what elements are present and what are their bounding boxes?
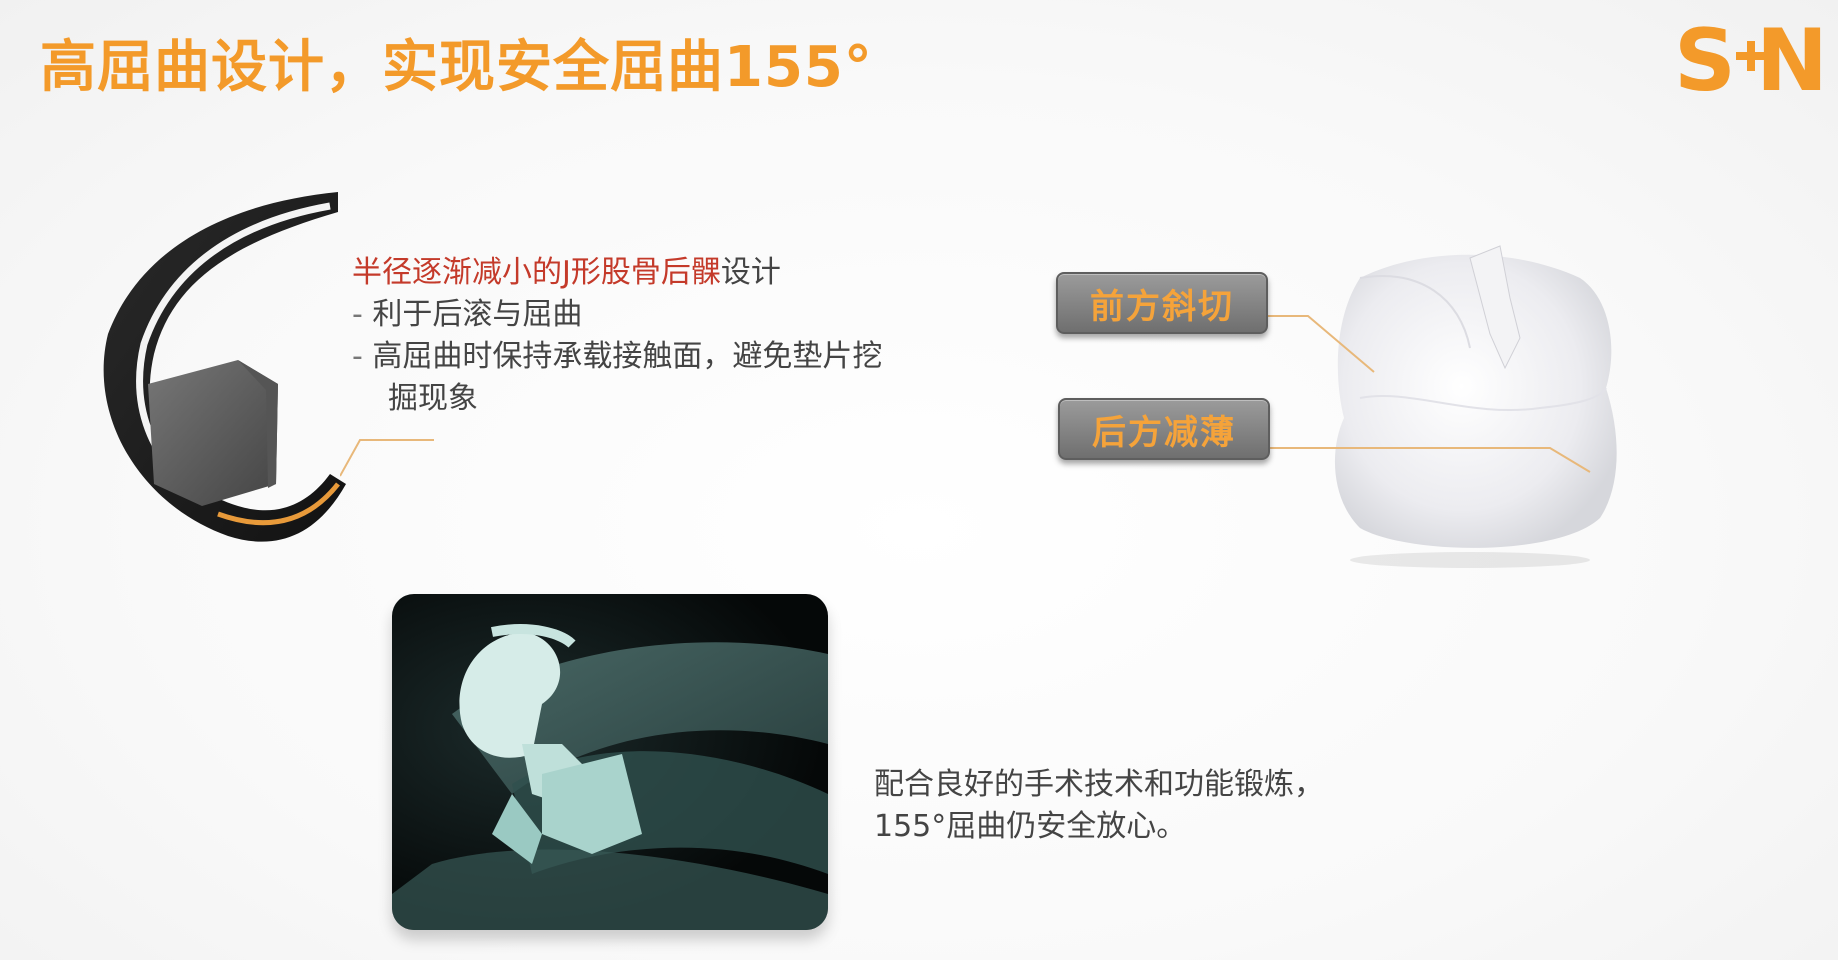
slide: 高屈曲设计，实现安全屈曲155° S N 半径逐渐减小的J形股骨后髁设计 - 利…: [0, 0, 1838, 960]
callout-line: [340, 439, 434, 477]
bullet-sub-2-text: 高屈曲时保持承载接触面，避免垫片挖: [362, 339, 883, 374]
xray-caption: 配合良好的手术技术和功能锻炼， 155°屈曲仍安全放心。: [874, 764, 1324, 848]
tag-anterior-chamfer: 前方斜切: [1056, 272, 1268, 334]
knee-xray-image: [392, 594, 828, 930]
svg-text:S: S: [1674, 14, 1736, 104]
femoral-component-image: [103, 192, 346, 542]
caption-line-2: 155°屈曲仍安全放心。: [874, 809, 1187, 844]
smith-nephew-logo: S N: [1674, 14, 1824, 104]
dash: -: [352, 339, 363, 374]
bullet-sub-2: - 高屈曲时保持承载接触面，避免垫片挖: [352, 336, 882, 378]
bullet-sub-2-cont: 掘现象: [388, 381, 478, 416]
bullet-sub-1-text: 利于后滚与屈曲: [362, 297, 583, 332]
bullet-sub-1: - 利于后滚与屈曲: [352, 294, 882, 336]
bullet-main-suffix: 设计: [720, 255, 781, 290]
bullet-main: 半径逐渐减小的J形股骨后髁设计: [352, 252, 882, 294]
dash: -: [352, 297, 363, 332]
tag-posterior-thin: 后方减薄: [1058, 398, 1270, 460]
svg-text:N: N: [1756, 14, 1824, 104]
caption-line-1: 配合良好的手术技术和功能锻炼，: [874, 767, 1324, 802]
femur-description: 半径逐渐减小的J形股骨后髁设计 - 利于后滚与屈曲 - 高屈曲时保持承载接触面，…: [352, 252, 882, 420]
tag-callout-lines: [1264, 315, 1591, 473]
bullet-main-highlight: 半径逐渐减小的J形股骨后髁: [352, 255, 721, 290]
page-title: 高屈曲设计，实现安全屈曲155°: [40, 35, 873, 100]
